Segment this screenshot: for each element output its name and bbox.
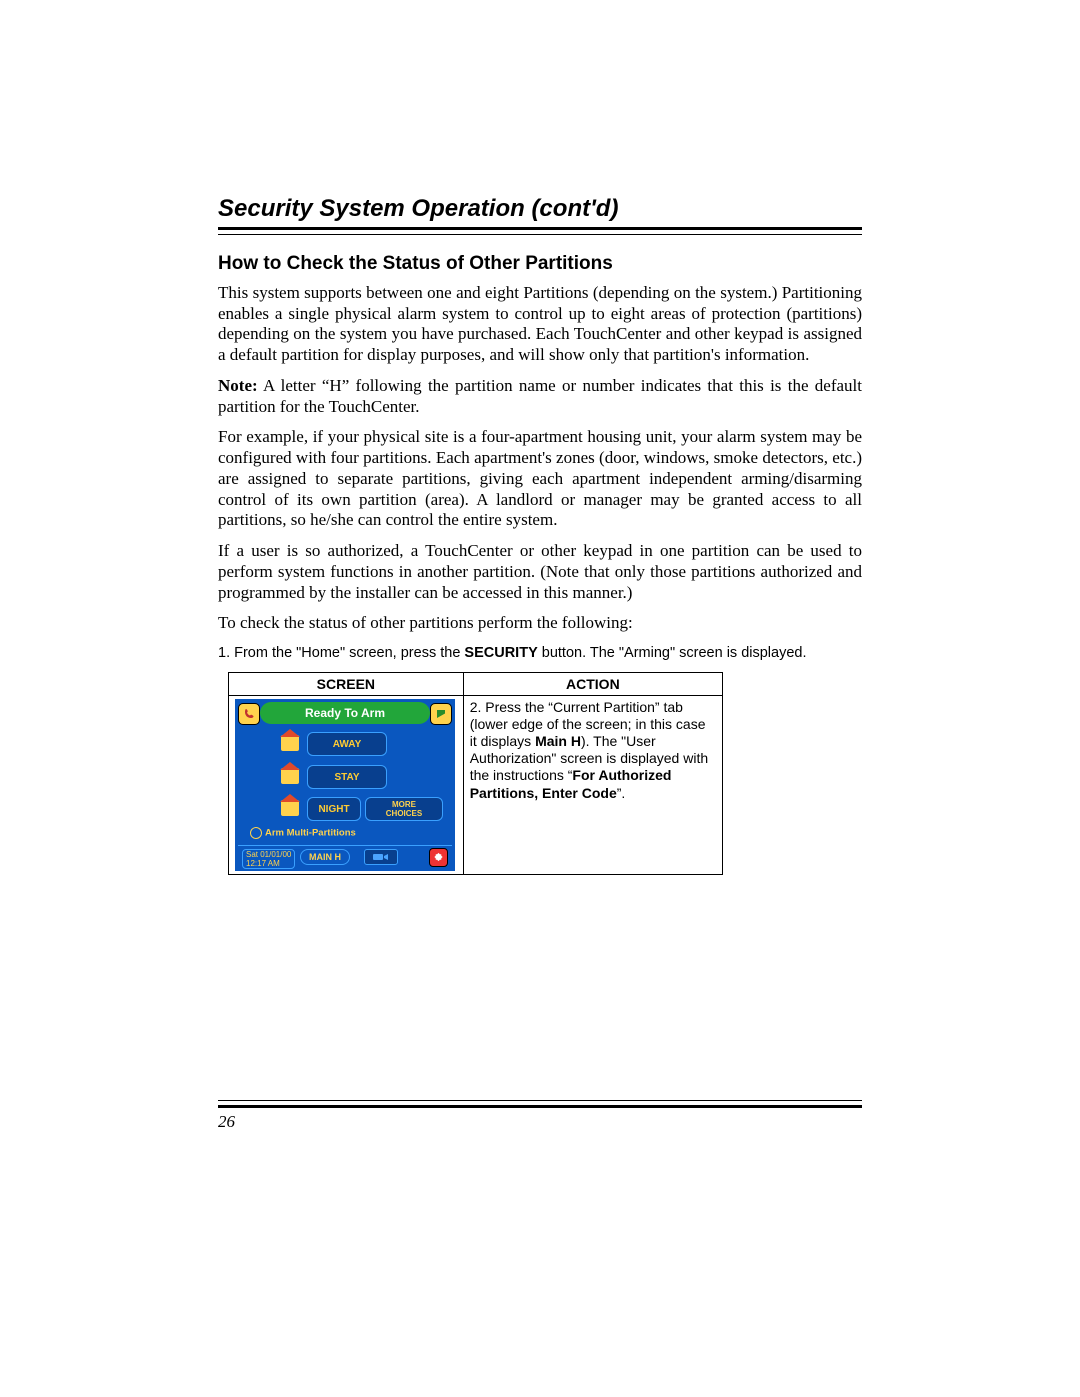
panic-button[interactable] [429,848,448,867]
bottom-bar: Sat 01/01/00 12:17 AM MAIN H [238,845,452,868]
section-title: How to Check the Status of Other Partiti… [218,253,862,275]
divider-bottom [218,1100,862,1108]
more-line2: CHOICES [366,809,442,818]
page-number: 26 [218,1112,862,1132]
paragraph-intro: This system supports between one and eig… [218,283,862,366]
step-1-pre: 1. From the "Home" screen, press the [218,645,464,661]
stay-button[interactable]: STAY [307,765,387,789]
voice-button[interactable] [364,849,398,865]
arm-status-bar: Ready To Arm [260,702,430,724]
current-partition-tab[interactable]: MAIN H [300,849,350,865]
action-seg3: ”. [617,785,626,801]
divider-top [218,227,862,235]
step-1: 1. From the "Home" screen, press the SEC… [218,644,862,662]
date-line1: Sat 01/01/00 [246,850,291,859]
house-night-icon [281,800,299,816]
screen-action-table: SCREEN ACTION Ready To Arm AWAY STAY [228,672,723,875]
step-1-bold: SECURITY [464,645,537,661]
paragraph-note: Note: A letter “H” following the partiti… [218,376,862,417]
touchcenter-screenshot: Ready To Arm AWAY STAY NIGHT MORE CHOICE… [235,699,455,871]
action-cell: 2. Press the “Current Partition” tab (lo… [463,696,722,875]
house-stay-icon [281,768,299,784]
more-choices-button[interactable]: MORE CHOICES [365,797,443,821]
date-line2: 12:17 AM [246,859,280,868]
note-label: Note: [218,376,258,395]
night-button[interactable]: NIGHT [307,797,361,821]
paragraph-example: For example, if your physical site is a … [218,427,862,531]
note-rest: A letter “H” following the partition nam… [218,376,862,416]
action-bold1: Main H [535,733,581,749]
away-button[interactable]: AWAY [307,732,387,756]
col-header-action: ACTION [463,673,722,696]
msg-icon [430,703,452,725]
paragraph-lead: To check the status of other partitions … [218,613,862,634]
chapter-title: Security System Operation (cont'd) [218,195,862,223]
arm-multi-label: Arm Multi-Partitions [265,828,356,839]
arm-multi-partitions[interactable]: Arm Multi-Partitions [250,827,356,839]
col-header-screen: SCREEN [229,673,464,696]
paragraph-authorized: If a user is so authorized, a TouchCente… [218,541,862,603]
house-away-icon [281,735,299,751]
more-line1: MORE [366,800,442,809]
datetime: Sat 01/01/00 12:17 AM [242,849,295,869]
radio-off-icon [250,827,262,839]
phone-icon [238,703,260,725]
step-1-post: button. The "Arming" screen is displayed… [538,645,807,661]
